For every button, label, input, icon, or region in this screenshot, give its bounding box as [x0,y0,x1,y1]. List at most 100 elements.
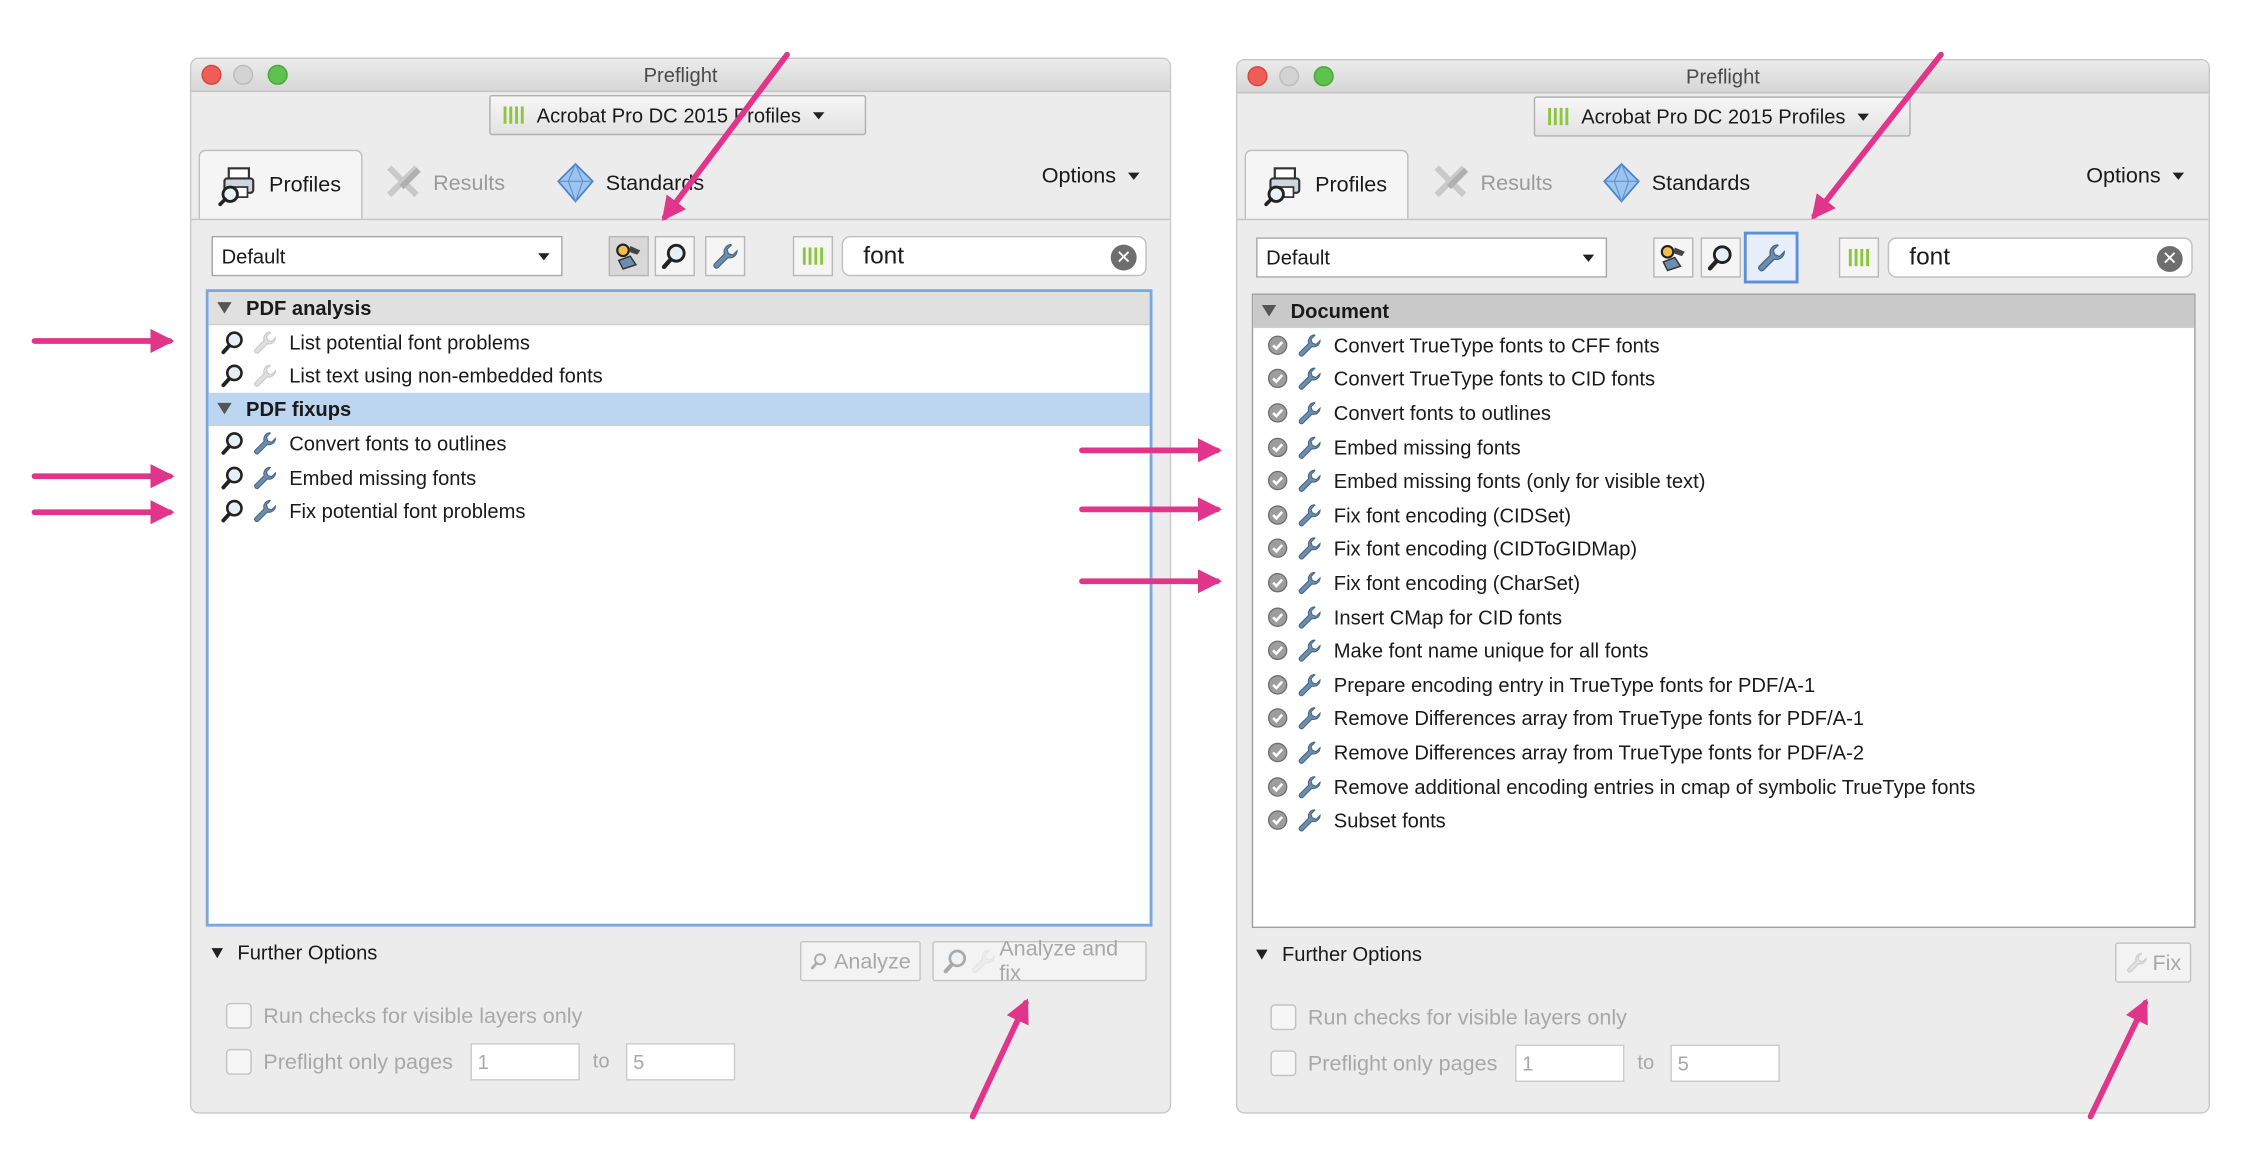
page-from-input[interactable]: 1 [470,1043,580,1081]
wrench-icon [1296,434,1322,460]
preflight-pages-checkbox[interactable]: Preflight only pages [225,1048,453,1075]
options-label: Options [1041,164,1117,189]
fix-button[interactable]: Fix [2115,942,2192,983]
check-circle-icon [1265,400,1291,426]
tab-results-label: Results [1480,170,1553,195]
show-profiles-button[interactable] [1653,237,1694,278]
list-item[interactable]: Fix font encoding (CharSet) [1253,566,2194,600]
chevron-down-icon [812,111,824,119]
library-button[interactable] [1838,237,1880,278]
checkbox[interactable] [1270,1004,1297,1031]
group-pdf-analysis[interactable]: PDF analysis [208,292,1150,326]
wrench-icon [1296,807,1322,833]
options-menu[interactable]: Options [1041,164,1140,189]
profiles-list[interactable]: PDF analysis List potential font problem… [205,289,1153,927]
show-fixups-button[interactable] [1743,231,1799,284]
page-to-input[interactable]: 5 [625,1043,736,1081]
profile-filter-value: Default [1266,246,1330,270]
left-preflight-window: Preflight Acrobat Pro DC 2015 Profiles P… [189,57,1172,1114]
visible-layers-checkbox[interactable]: Run checks for visible layers only [1270,1004,1627,1031]
profile-library-select[interactable]: Acrobat Pro DC 2015 Profiles [1533,96,1911,137]
disclosure-triangle-icon [217,403,232,415]
search-input[interactable]: font ✕ [1887,237,2193,278]
check-circle-icon [1265,604,1291,630]
library-button[interactable] [792,235,834,277]
analyze-and-fix-button[interactable]: Analyze and fix [932,937,1147,986]
further-options-toggle[interactable]: Further Options [211,941,377,964]
standards-diamond-icon [1600,161,1643,204]
page-to-input[interactable]: 5 [1670,1044,1780,1082]
wrench-icon [711,242,740,271]
tab-profiles-label: Profiles [269,172,342,198]
show-checks-button[interactable] [1700,237,1741,278]
profiles-printer-icon [217,163,260,206]
tab-results[interactable]: Results [1429,157,1553,209]
library-bars-icon [801,245,824,268]
list-item[interactable]: Convert TrueType fonts to CFF fonts [1253,328,2194,362]
wrench-icon [252,430,278,456]
further-options-toggle[interactable]: Further Options [1256,942,1422,965]
wrench-icon [1296,570,1322,596]
show-fixups-button[interactable] [705,235,746,277]
clear-icon[interactable]: ✕ [2156,246,2183,272]
checkbox[interactable] [225,1002,252,1029]
preflight-pages-checkbox[interactable]: Preflight only pages [1270,1050,1497,1077]
list-item[interactable]: Embed missing fonts (only for visible te… [1253,464,2194,498]
tab-results[interactable]: Results [381,157,505,209]
list-item[interactable]: Subset fonts [1253,803,2194,837]
tab-results-label: Results [433,170,506,195]
options-menu[interactable]: Options [2086,164,2184,189]
clear-icon[interactable]: ✕ [1110,244,1137,271]
list-item[interactable]: Prepare encoding entry in TrueType fonts… [1253,668,2194,702]
show-checks-button[interactable] [654,235,695,277]
list-item[interactable]: Remove Differences array from TrueType f… [1253,701,2194,735]
check-circle-icon [1265,570,1291,596]
tab-standards[interactable]: Standards [554,157,704,209]
show-profiles-button[interactable] [608,235,649,277]
check-circle-icon [1265,332,1291,358]
list-item[interactable]: Insert CMap for CID fonts [1253,600,2194,634]
chevron-down-icon [1127,172,1140,180]
magnifier-icon [220,329,246,355]
list-item[interactable]: Remove additional encoding entries in cm… [1253,769,2194,803]
list-item[interactable]: Fix potential font problems [209,494,1150,528]
list-item[interactable]: Make font name unique for all fonts [1253,634,2194,668]
list-item[interactable]: List text using non-embedded fonts [209,359,1150,393]
tab-profiles[interactable]: Profiles [198,149,363,219]
library-bars-icon [502,104,525,127]
tab-standards[interactable]: Standards [1600,157,1750,209]
list-item[interactable]: Embed missing fonts [209,460,1150,494]
options-label: Options [2086,164,2161,189]
list-item[interactable]: Convert TrueType fonts to CID fonts [1253,362,2194,396]
wrench-icon [1755,242,1787,274]
profile-library-select[interactable]: Acrobat Pro DC 2015 Profiles [489,94,867,136]
group-document[interactable]: Document [1253,294,2195,329]
magnifier-icon [660,242,689,271]
disclosure-triangle-icon [211,947,224,958]
visible-layers-checkbox[interactable]: Run checks for visible layers only [225,1002,582,1029]
group-pdf-fixups[interactable]: PDF fixups [208,393,1150,427]
right-preflight-window: Preflight Acrobat Pro DC 2015 Profiles P… [1235,58,2210,1114]
disclosure-triangle-icon [217,302,232,314]
page-from-input[interactable]: 1 [1515,1044,1625,1082]
search-input[interactable]: font ✕ [841,235,1147,277]
profile-filter-dropdown[interactable]: Default [211,235,563,277]
chevron-down-icon [538,252,550,260]
checkbox[interactable] [225,1048,252,1075]
list-item[interactable]: List potential font problems [209,325,1150,359]
list-item[interactable]: Convert fonts to outlines [1253,396,2194,430]
wrench-icon [1296,638,1322,664]
check-circle-icon [1265,638,1291,664]
analyze-button[interactable]: Analyze [799,940,921,982]
wrench-icon [252,363,278,389]
fixups-list[interactable]: Document Convert TrueType fonts to CFF f… [1251,293,2196,929]
tab-profiles[interactable]: Profiles [1244,149,1409,219]
list-item[interactable]: Fix font encoding (CIDSet) [1253,498,2194,532]
list-item[interactable]: Embed missing fonts [1253,430,2194,464]
list-item[interactable]: Fix font encoding (CIDToGIDMap) [1253,532,2194,566]
wrench-icon [1296,604,1322,630]
checkbox[interactable] [1270,1050,1297,1077]
list-item[interactable]: Convert fonts to outlines [209,426,1150,460]
profile-filter-dropdown[interactable]: Default [1256,237,1608,278]
list-item[interactable]: Remove Differences array from TrueType f… [1253,735,2194,769]
